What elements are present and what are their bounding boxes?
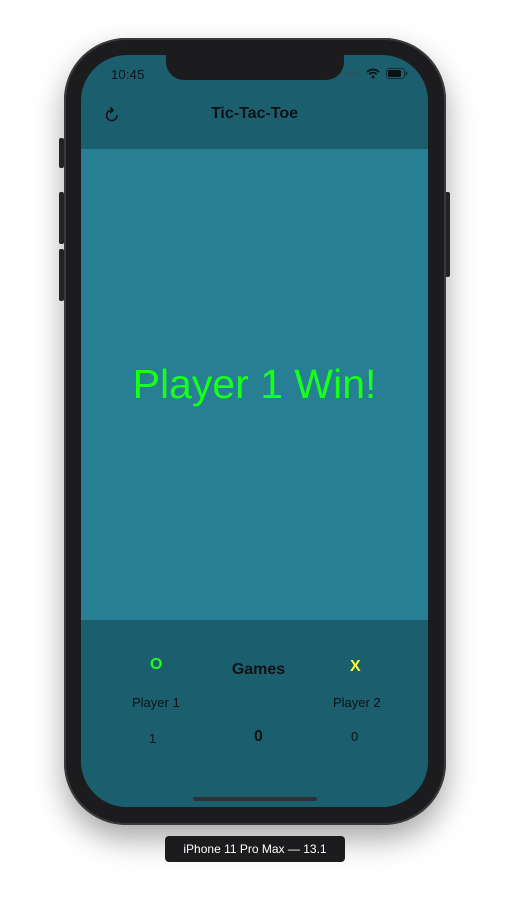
home-indicator[interactable]: [193, 797, 317, 801]
notch: [166, 55, 344, 80]
player1-name: Player 1: [132, 695, 180, 710]
scoreboard: O Games X Player 1 Player 2 1 0 0: [81, 620, 428, 807]
simulator-stage: 10:45 Tic-Tac-Toe Player 1 Win! O Games …: [0, 0, 509, 899]
player2-mark: X: [350, 658, 361, 675]
battery-icon: [386, 68, 408, 79]
player2-score: 0: [351, 729, 359, 744]
navigation-bar: Tic-Tac-Toe: [81, 95, 428, 149]
nav-title: Tic-Tac-Toe: [210, 105, 299, 122]
player2-name: Player 2: [333, 695, 381, 710]
game-board[interactable]: Player 1 Win!: [81, 149, 428, 620]
winner-message: Player 1 Win!: [132, 361, 377, 407]
status-icons: [344, 68, 408, 79]
player1-score: 1: [149, 731, 157, 746]
wifi-icon: [366, 68, 380, 79]
phone-screen: 10:45 Tic-Tac-Toe Player 1 Win! O Games …: [81, 55, 428, 807]
signal-icon: [344, 72, 360, 75]
device-label: iPhone 11 Pro Max — 13.1: [165, 836, 345, 862]
status-time: 10:45: [111, 67, 145, 82]
games-label: Games: [231, 661, 286, 678]
games-draw-count: 0: [254, 728, 263, 745]
